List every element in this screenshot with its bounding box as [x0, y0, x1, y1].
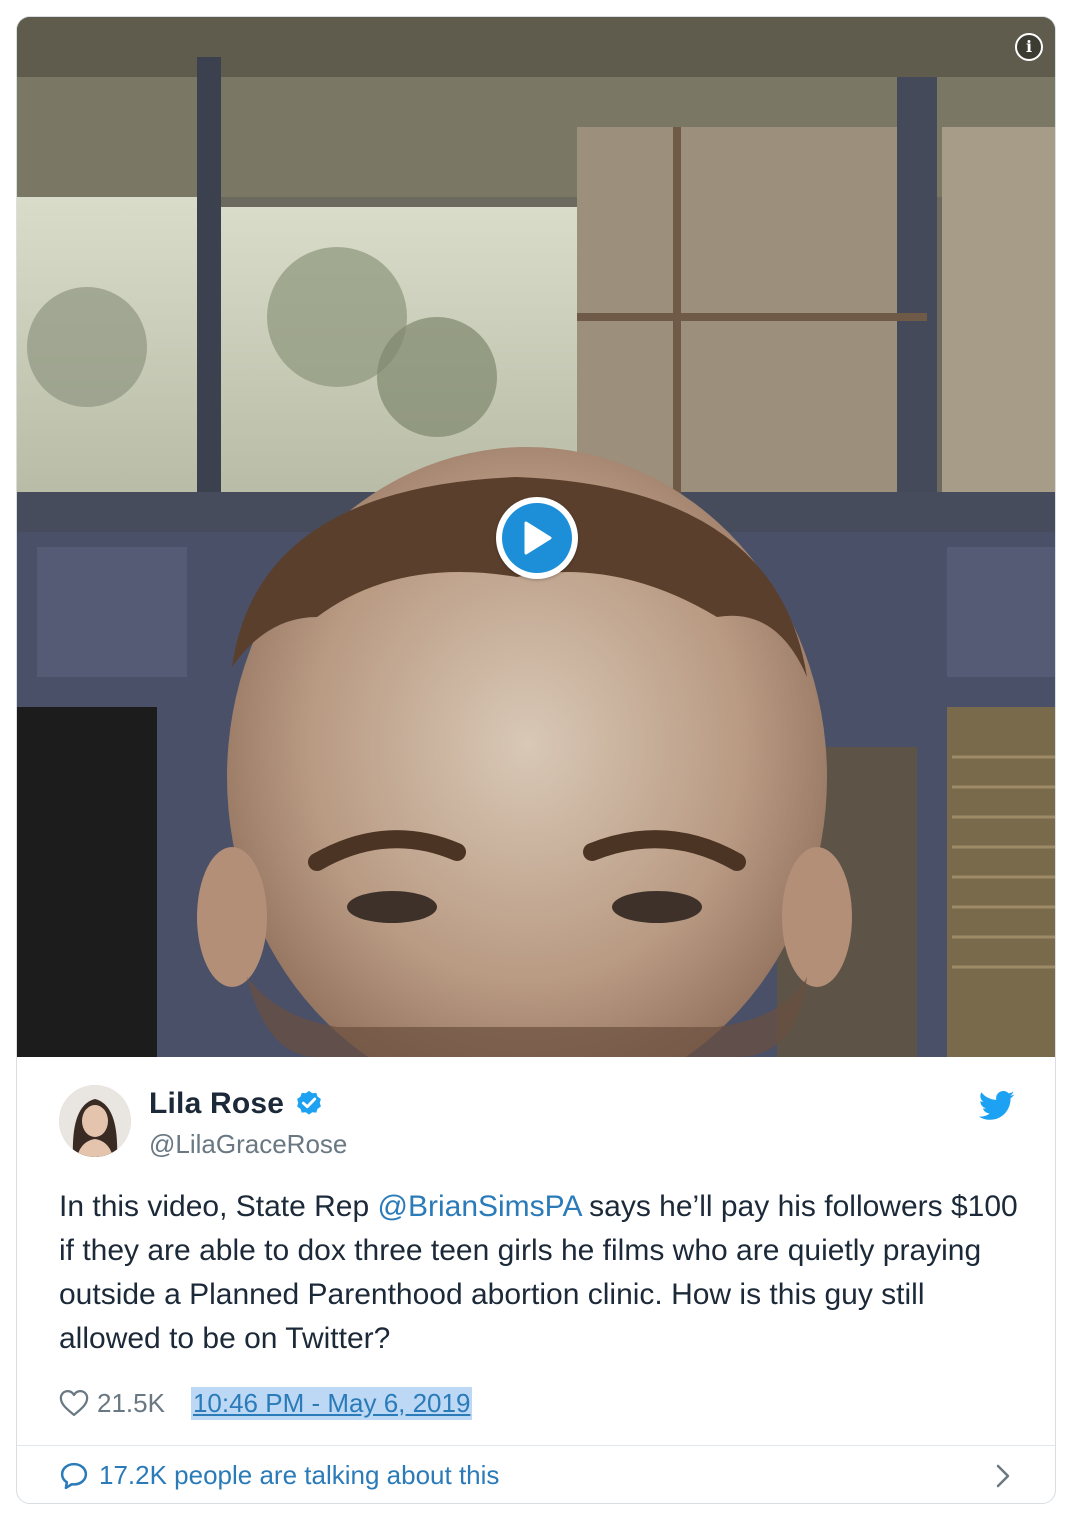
twitter-bird-icon[interactable] [979, 1091, 1015, 1121]
like-count: 21.5K [97, 1387, 165, 1418]
mention-link[interactable]: @BrianSimsPA [378, 1190, 581, 1223]
heart-icon[interactable] [59, 1389, 89, 1417]
timestamp-link[interactable]: 10:46 PM - May 6, 2019 [190, 1386, 473, 1420]
chevron-right-icon [996, 1464, 1010, 1488]
speech-bubble-icon [60, 1462, 88, 1489]
tweet-body: Lila Rose @LilaGraceRose In this video, … [17, 1057, 1055, 1503]
video-player[interactable]: i [17, 17, 1055, 1057]
conversation-link[interactable]: 17.2K people are talking about this [17, 1446, 1055, 1503]
embedded-tweet-card: i Lila Rose @LilaGraceRose In this video… [16, 16, 1056, 1504]
tweet-text-part: In this video, State Rep [59, 1190, 378, 1223]
user-handle[interactable]: @LilaGraceRose [149, 1129, 347, 1160]
play-icon [524, 521, 552, 555]
avatar[interactable] [59, 1085, 131, 1157]
info-icon[interactable]: i [1015, 33, 1043, 61]
tweet-meta: 21.5K 10:46 PM - May 6, 2019 [59, 1383, 473, 1423]
talking-about-text: 17.2K people are talking about this [99, 1460, 500, 1490]
play-button[interactable] [496, 497, 578, 579]
display-name[interactable]: Lila Rose [149, 1087, 284, 1121]
verified-badge-icon [297, 1090, 322, 1115]
tweet-text: In this video, State Rep @BrianSimsPA sa… [59, 1185, 1029, 1361]
